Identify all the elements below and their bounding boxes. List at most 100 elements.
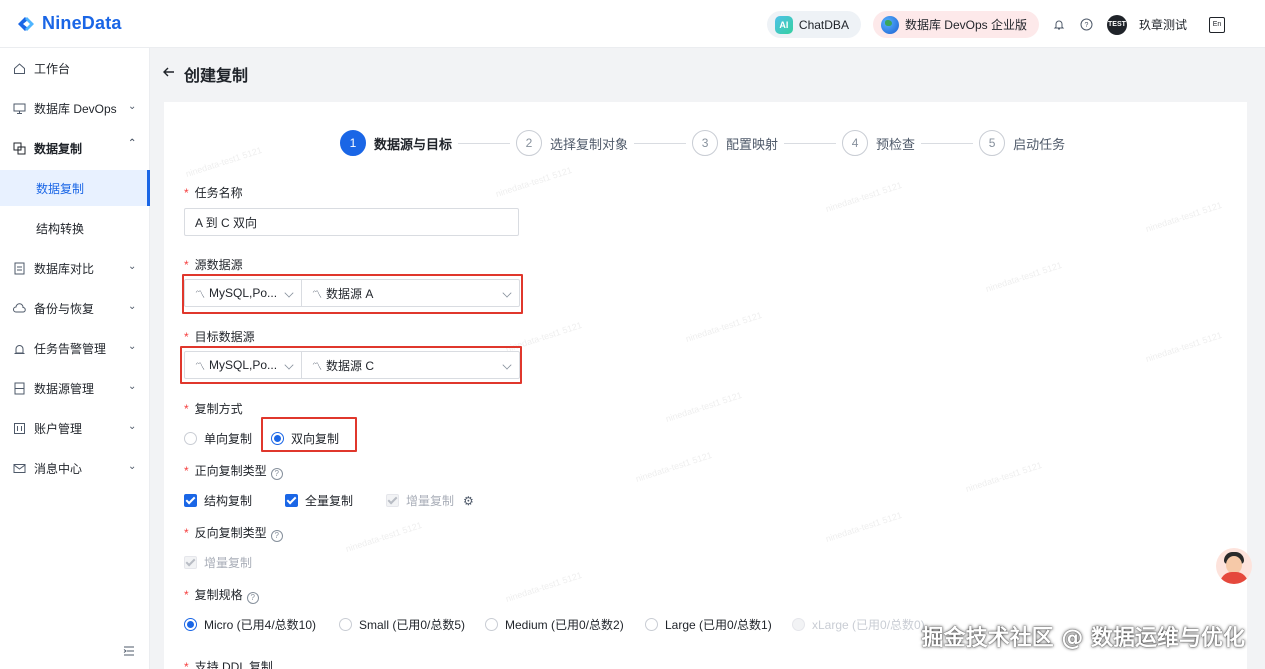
task-name-input[interactable]: A 到 C 双向 — [184, 208, 519, 236]
sidebar-item-messages[interactable]: 消息中心 ⌄ — [0, 448, 150, 488]
sidebar-item-compare[interactable]: 数据库对比 ⌄ — [0, 248, 150, 288]
chevron-down-icon: ⌄ — [128, 421, 137, 432]
radio-dot — [485, 618, 498, 631]
replication-mode-label: * 复制方式 — [184, 402, 243, 416]
radio-dot — [184, 618, 197, 631]
overlay-caption: 掘金技术社区 @ 数据运维与优化 — [921, 626, 1245, 651]
spec-medium-radio[interactable]: Medium (已用0/总数2) — [485, 616, 624, 633]
customer-support-icon[interactable] — [1216, 548, 1252, 584]
chevron-down-icon — [502, 288, 512, 298]
forward-full-checkbox[interactable]: 全量复制 — [285, 492, 353, 509]
collapse-sidebar-icon[interactable] — [122, 644, 138, 660]
watermark: ninedata-test1 5121 — [824, 179, 904, 215]
source-datasource-label: * 源数据源 — [184, 258, 243, 272]
notification-bell-icon[interactable] — [1051, 17, 1067, 33]
top-actions: AI ChatDBA 数据库 DevOps 企业版 ? TEST 玖章测试 En — [766, 11, 1225, 38]
sidebar-item-label: 工作台 — [34, 61, 71, 76]
forward-structure-checkbox[interactable]: 结构复制 — [184, 492, 252, 509]
sidebar-item-label: 数据库 DevOps — [34, 101, 117, 116]
step-number: 3 — [692, 130, 719, 156]
back-arrow-icon[interactable] — [162, 65, 176, 84]
step-5: 5 启动任务 — [979, 130, 1065, 156]
database-icon: 〽 — [195, 289, 205, 301]
sidebar-item-backup[interactable]: 备份与恢复 ⌄ — [0, 288, 150, 328]
radio-dot — [271, 432, 284, 445]
checkbox-box — [386, 494, 399, 507]
step-label: 配置映射 — [726, 136, 779, 152]
target-type-select[interactable]: 〽 MySQL,Po... — [184, 351, 302, 379]
watermark: ninedata-test1 5121 — [634, 449, 714, 485]
help-icon[interactable]: ? — [246, 592, 259, 604]
spec-xlarge-radio[interactable]: xLarge (已用0/总数0) — [792, 616, 925, 633]
language-switch-icon[interactable]: En — [1209, 16, 1225, 33]
step-connector — [634, 142, 687, 144]
sidebar-item-datasource[interactable]: 数据源管理 ⌄ — [0, 368, 150, 408]
chevron-down-icon: ⌄ — [128, 341, 137, 352]
mode-two-way-radio[interactable]: 双向复制 — [271, 430, 339, 447]
chevron-down-icon — [284, 360, 294, 370]
step-label: 预检查 — [876, 136, 916, 152]
target-name-select[interactable]: 〽 数据源 C — [302, 351, 520, 379]
account-icon — [12, 421, 26, 435]
sidebar-item-label: 任务告警管理 — [34, 341, 107, 356]
sidebar-subitem-replication[interactable]: 数据复制 — [0, 170, 150, 206]
step-number: 2 — [516, 130, 543, 156]
sidebar-item-devops[interactable]: 数据库 DevOps ⌄ — [0, 88, 150, 128]
radio-dot — [792, 618, 805, 631]
checkbox-box — [184, 556, 197, 569]
chatdba-button[interactable]: AI ChatDBA — [766, 11, 861, 38]
checkbox-box — [285, 494, 298, 507]
sidebar-subitem-structure-conversion[interactable]: 结构转换 — [0, 210, 150, 246]
source-datasource-select: 〽 MySQL,Po... 〽 数据源 A — [184, 279, 520, 307]
step-connector — [458, 142, 511, 144]
help-icon[interactable]: ? — [1079, 17, 1095, 33]
sidebar-item-replication[interactable]: 数据复制 ⌃ — [0, 128, 150, 168]
step-connector — [784, 142, 837, 144]
forward-incremental-checkbox[interactable]: 增量复制 ⚙ — [386, 492, 474, 509]
chevron-up-icon: ⌃ — [128, 138, 137, 149]
step-label: 选择复制对象 — [550, 136, 629, 152]
chevron-down-icon: ⌄ — [128, 301, 137, 312]
reverse-incremental-checkbox[interactable]: 增量复制 — [184, 554, 252, 571]
spec-micro-radio[interactable]: Micro (已用4/总数10) — [184, 616, 316, 633]
step-label: 启动任务 — [1013, 136, 1066, 152]
avatar[interactable]: TEST — [1106, 14, 1127, 35]
alarm-icon — [12, 341, 26, 355]
ninedata-logo-icon — [16, 14, 36, 34]
step-number: 1 — [340, 130, 366, 156]
watermark: ninedata-test1 5121 — [504, 569, 584, 605]
database-icon: 〽 — [312, 289, 322, 301]
target-datasource-label: * 目标数据源 — [184, 330, 255, 344]
chevron-down-icon — [284, 288, 294, 298]
mode-one-way-radio[interactable]: 单向复制 — [184, 430, 252, 447]
user-name[interactable]: 玖章测试 — [1139, 16, 1187, 33]
globe-icon — [880, 15, 899, 34]
spec-small-radio[interactable]: Small (已用0/总数5) — [339, 616, 465, 633]
gear-icon[interactable]: ⚙ — [463, 494, 474, 508]
target-datasource-select: 〽 MySQL,Po... 〽 数据源 C — [184, 351, 520, 379]
watermark: ninedata-test1 5121 — [494, 164, 574, 200]
sidebar-item-accounts[interactable]: 账户管理 ⌄ — [0, 408, 150, 448]
page-header: 创建复制 — [162, 62, 248, 86]
step-label: 数据源与目标 — [374, 136, 453, 152]
sidebar: 工作台 数据库 DevOps ⌄ 数据复制 ⌃ 数据复制 结构转换 数据库对比 … — [0, 48, 150, 669]
datasource-icon — [12, 381, 26, 395]
spec-label: * 复制规格? — [184, 586, 259, 604]
radio-dot — [339, 618, 352, 631]
logo[interactable]: NineData — [16, 13, 122, 34]
spec-large-radio[interactable]: Large (已用0/总数1) — [645, 616, 772, 633]
help-icon[interactable]: ? — [270, 468, 283, 480]
source-type-select[interactable]: 〽 MySQL,Po... — [184, 279, 302, 307]
source-name-select[interactable]: 〽 数据源 A — [302, 279, 520, 307]
copy-icon — [12, 141, 26, 155]
radio-dot — [184, 432, 197, 445]
create-replication-form: ninedata-test1 5121 ninedata-test1 5121 … — [164, 102, 1247, 669]
sidebar-item-label: 数据复制 — [34, 141, 83, 156]
watermark: ninedata-test1 5121 — [1144, 329, 1224, 365]
edition-badge[interactable]: 数据库 DevOps 企业版 — [872, 11, 1039, 38]
step-indicator: 1 数据源与目标 2 选择复制对象 3 配置映射 4 预检查 5 启动任务 — [340, 130, 1065, 156]
help-icon[interactable]: ? — [270, 530, 283, 542]
sidebar-item-workbench[interactable]: 工作台 — [0, 48, 150, 88]
sidebar-item-alarms[interactable]: 任务告警管理 ⌄ — [0, 328, 150, 368]
step-number: 4 — [842, 130, 869, 156]
